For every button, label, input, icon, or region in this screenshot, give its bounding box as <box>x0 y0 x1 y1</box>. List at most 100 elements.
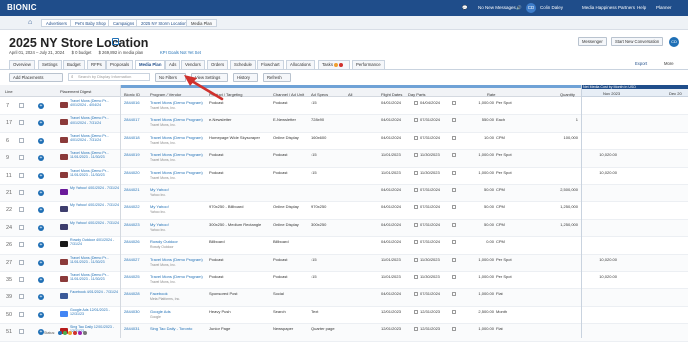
placement-digest[interactable]: Travel Mons (Demo Pr... 4/01/2024 - 4/04… <box>70 99 124 115</box>
start-date[interactable]: 04/01/2024 <box>381 239 401 244</box>
tab-media-plan[interactable]: Media Plan <box>135 60 166 69</box>
start-date[interactable]: 04/01/2024 <box>381 100 401 105</box>
rate-unit[interactable]: Per Spot <box>496 100 512 105</box>
bionic-id[interactable]: 2844022 <box>124 204 140 209</box>
placement-digest[interactable]: Travel Mons (Demo Pr... 11/01/2023 - 11/… <box>70 169 124 185</box>
quantity-value[interactable]: 1,250,000 <box>545 222 578 227</box>
product[interactable]: 300x250 - Medium Rectangle <box>209 222 271 227</box>
rate-unit[interactable]: Month <box>496 309 507 314</box>
table-row[interactable]: 17 Travel Mons (Demo Pr... 4/01/2024 - 7/… <box>0 115 688 133</box>
row-checkbox[interactable] <box>19 137 24 143</box>
quantity-value[interactable]: 1 <box>545 117 578 122</box>
row-checkbox[interactable] <box>19 103 24 108</box>
start-date[interactable]: 04/01/2024 <box>381 187 401 192</box>
vendor-link[interactable]: Google Ads <box>150 309 206 314</box>
add-row-icon[interactable]: + <box>38 207 44 214</box>
rate-unit[interactable]: CPM <box>496 135 505 140</box>
ad-spec[interactable]: :15 <box>311 152 345 157</box>
calendar-icon[interactable] <box>414 170 418 175</box>
channel[interactable]: Social <box>273 291 309 296</box>
rate-value[interactable]: 1,000.00 <box>473 291 494 296</box>
end-date[interactable]: 07/31/2024 <box>420 222 440 227</box>
end-date[interactable]: 07/31/2024 <box>420 291 440 296</box>
channel[interactable]: Online Display <box>273 204 309 209</box>
col-channel-ad-unit[interactable]: Channel / Ad Unit <box>273 92 304 97</box>
table-row[interactable]: 7 Travel Mons (Demo Pr... 4/01/2024 - 4/0… <box>0 98 688 116</box>
tab-allocations[interactable]: Allocations <box>286 60 315 69</box>
calendar-icon[interactable] <box>452 222 456 227</box>
rate-unit[interactable]: Flat <box>496 326 503 331</box>
end-date[interactable]: 12/31/2023 <box>420 309 440 314</box>
col-line[interactable]: Line <box>5 89 13 94</box>
bionic-id[interactable]: 2844023 <box>124 222 140 227</box>
more-menu[interactable]: More <box>661 60 677 69</box>
bionic-id[interactable]: 2844028 <box>124 291 140 296</box>
vendor-link[interactable]: Travel Mons (Demo Program) <box>150 170 206 175</box>
bionic-logo[interactable]: BIONIC <box>7 3 37 12</box>
swatch-green-icon[interactable] <box>63 331 68 336</box>
table-row[interactable]: 24 My Yahoo! 4/01/2024 - 7/31/24 2844023 My… <box>0 219 688 238</box>
row-checkbox[interactable] <box>19 207 24 213</box>
start-date[interactable]: 04/01/2024 <box>381 291 401 296</box>
swatch-red-icon[interactable] <box>73 331 78 336</box>
rate-value[interactable]: 10.00 <box>473 135 494 140</box>
placement-digest[interactable]: Travel Mons (Demo Pr... 4/01/2024 - 7/31… <box>70 116 124 132</box>
bionic-id[interactable]: 2844017 <box>124 117 140 122</box>
collaborator-avatar[interactable]: CD <box>669 37 679 47</box>
start-date[interactable]: 04/01/2024 <box>381 204 401 209</box>
row-checkbox[interactable] <box>19 120 24 126</box>
calendar-icon[interactable] <box>414 222 418 227</box>
placement-digest[interactable]: Travel Mons (Demo Pr... 11/01/2023 - 11/… <box>70 256 124 272</box>
col-flight-dates[interactable]: Flight Dates <box>381 92 402 97</box>
table-row[interactable]: 9 Travel Mons (Demo Pr... 11/01/2023 - 11… <box>0 150 688 168</box>
table-row[interactable]: 6 Travel Mons (Demo Pr... 4/01/2024 - 7/3… <box>0 133 688 151</box>
tab-proposals[interactable]: Proposals <box>106 60 134 69</box>
refresh-button[interactable]: Refresh <box>263 73 291 82</box>
product[interactable]: Podcast <box>209 257 271 262</box>
tab-ads[interactable]: Ads <box>165 60 181 69</box>
product[interactable]: Podcast <box>209 274 271 279</box>
row-checkbox[interactable] <box>19 242 24 248</box>
calendar-icon[interactable] <box>414 118 418 123</box>
table-row[interactable]: 50 Google Ads 12/01/2023 - 12/31/23 284403… <box>0 307 688 325</box>
placement-digest[interactable]: Google Ads 12/01/2023 - 12/31/23 <box>70 308 124 324</box>
placement-digest[interactable]: My Yahoo! 4/01/2024 - 7/31/24 <box>70 203 124 219</box>
channel[interactable]: Newspaper <box>273 326 309 331</box>
product[interactable]: e-Newsletter <box>209 117 271 122</box>
ad-spec[interactable]: Quarter page <box>311 326 345 331</box>
start-conversation-button[interactable]: Start New Conversation <box>611 37 664 46</box>
end-date[interactable]: 07/31/2024 <box>420 117 440 122</box>
vendor-link[interactable]: Travel Mons (Demo Program) <box>150 100 206 105</box>
tab-overview[interactable]: Overview <box>9 60 35 69</box>
col-all[interactable]: All <box>348 92 352 97</box>
placement-digest[interactable]: Travel Mons (Demo Pr... 4/01/2024 - 7/31… <box>70 134 124 150</box>
add-row-icon[interactable]: + <box>38 242 44 249</box>
channel[interactable]: Podcast <box>273 257 309 262</box>
calendar-icon[interactable] <box>452 327 456 332</box>
quantity-value[interactable]: 2,500,000 <box>545 187 578 192</box>
channel[interactable]: Billboard <box>273 239 309 244</box>
placement-digest[interactable]: Travel Mons (Demo Pr... 11/01/2023 - 11/… <box>70 273 124 289</box>
breadcrumb-campaigns[interactable]: Campaigns <box>108 19 140 27</box>
calendar-icon[interactable] <box>452 275 456 279</box>
calendar-icon[interactable] <box>414 309 418 314</box>
home-icon[interactable]: ⌂ <box>28 19 36 27</box>
add-row-icon[interactable]: + <box>38 277 44 283</box>
row-checkbox[interactable] <box>19 155 24 161</box>
col-ad-specs[interactable]: Ad Specs <box>311 92 328 97</box>
bionic-id[interactable]: 2844018 <box>124 135 140 140</box>
vendor-link[interactable]: Travel Mons (Demo Program) <box>150 257 206 262</box>
calendar-icon[interactable] <box>452 101 456 105</box>
ad-spec[interactable]: :15 <box>311 274 345 279</box>
channel[interactable]: Podcast <box>273 170 309 175</box>
row-checkbox[interactable] <box>19 311 24 317</box>
rate-unit[interactable]: CPM <box>496 222 505 227</box>
table-row[interactable]: 35 Travel Mons (Demo Pr... 11/01/2023 - 1… <box>0 272 688 290</box>
calendar-icon[interactable] <box>452 118 456 123</box>
vendor-link[interactable]: My Yahoo! <box>150 187 206 192</box>
ad-spec[interactable]: 970x250 <box>311 204 345 209</box>
rate-value[interactable]: 50.00 <box>473 204 494 209</box>
end-date[interactable]: 11/30/2023 <box>420 257 440 262</box>
rate-value[interactable]: 1,000.00 <box>473 152 494 157</box>
add-row-icon[interactable]: + <box>38 155 44 162</box>
